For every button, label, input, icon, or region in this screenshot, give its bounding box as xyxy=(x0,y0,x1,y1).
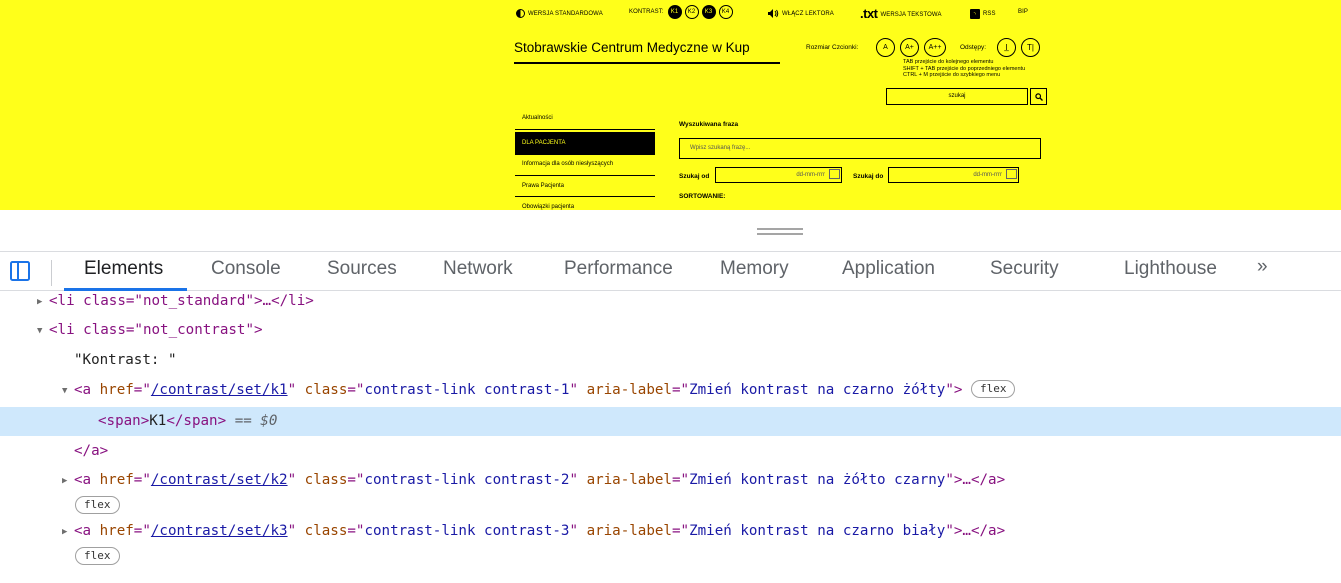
spacing-label: Odstępy: xyxy=(960,44,987,51)
href-link[interactable]: /contrast/set/k2 xyxy=(151,472,288,488)
phrase-label: Wyszukiwana fraza xyxy=(679,121,739,128)
font-largest-button[interactable]: A++ xyxy=(924,38,946,57)
menu-item-news[interactable]: Aktualności xyxy=(515,112,655,130)
menu-item-deaf-info[interactable]: Informacja dla osób niesłyszących xyxy=(515,158,655,176)
menu-item-patient-duties[interactable]: Obowiązki pacjenta xyxy=(515,201,655,210)
flex-badge[interactable]: flex xyxy=(75,547,120,565)
title-underline xyxy=(514,62,780,64)
tab-lighthouse[interactable]: Lighthouse xyxy=(1124,258,1217,280)
text-version-link[interactable]: .txt WERSJA TEKSTOWA xyxy=(860,6,942,21)
date-to-label: Szukaj do xyxy=(853,173,884,180)
standard-version-link[interactable]: WERSJA STANDARDOWA xyxy=(516,9,603,18)
elements-tree: ▶ <li class="not_standard">…</li> ▼ <li cl… xyxy=(0,291,1341,583)
tab-memory[interactable]: Memory xyxy=(720,258,789,280)
search-icon xyxy=(1034,92,1043,101)
contrast-k3-button[interactable]: K3 xyxy=(701,5,716,19)
tree-text-node[interactable]: "Kontrast: " xyxy=(0,346,1341,375)
tab-application[interactable]: Application xyxy=(842,258,935,280)
tab-console[interactable]: Console xyxy=(211,258,281,280)
calendar-icon[interactable] xyxy=(1006,169,1017,179)
flex-badge[interactable]: flex xyxy=(75,496,120,514)
href-link[interactable]: /contrast/set/k3 xyxy=(151,523,288,539)
phrase-input[interactable]: Wpisz szukaną frazę... xyxy=(679,138,1041,159)
tree-node-a-k2[interactable]: ▶ <a href="/contrast/set/k2" class="contr… xyxy=(0,466,1341,495)
date-from-label: Szukaj od xyxy=(679,173,710,180)
bip-link[interactable]: BIP xyxy=(1018,9,1028,15)
tree-node-a-close[interactable]: </a> xyxy=(0,437,1341,466)
date-from-input[interactable]: dd-mm-rrrr xyxy=(715,167,842,183)
speaker-icon xyxy=(768,9,779,18)
tab-security[interactable]: Security xyxy=(990,258,1059,280)
rss-icon: ◝ xyxy=(970,9,980,19)
tree-node-a-k3[interactable]: ▶ <a href="/contrast/set/k3" class="contr… xyxy=(0,517,1341,546)
contrast-k1-button[interactable]: K1 xyxy=(667,5,682,19)
tree-node-span-selected[interactable]: <span>K1</span> == $0 xyxy=(0,407,1341,436)
collapse-triangle-icon[interactable]: ▼ xyxy=(37,317,49,346)
dock-side-icon[interactable] xyxy=(9,260,31,282)
contrast-half-icon xyxy=(516,9,525,18)
spacing-normal-button[interactable]: I̲ xyxy=(997,38,1016,57)
txt-icon: .txt xyxy=(860,6,878,21)
tab-network[interactable]: Network xyxy=(443,258,513,280)
site-title[interactable]: Stobrawskie Centrum Medyczne w Kup xyxy=(514,40,750,55)
tree-node-li-standard[interactable]: ▶ <li class="not_standard">…</li> xyxy=(0,291,1341,316)
tab-elements[interactable]: Elements xyxy=(84,258,163,280)
reader-link[interactable]: WŁĄCZ LEKTORA xyxy=(768,9,834,18)
font-size-label: Rozmiar Czcionki: xyxy=(806,44,859,51)
font-larger-button[interactable]: A+ xyxy=(900,38,919,57)
spacing-wide-icon: T| xyxy=(1027,43,1034,52)
rss-link[interactable]: ◝ RSS xyxy=(970,9,996,19)
calendar-icon[interactable] xyxy=(829,169,840,179)
site-search-button[interactable] xyxy=(1030,88,1047,105)
spacing-icon: I̲ xyxy=(1005,43,1008,52)
flex-badge[interactable]: flex xyxy=(970,380,1016,398)
tree-node-li-contrast[interactable]: ▼ <li class="not_contrast"> xyxy=(0,316,1341,345)
expand-triangle-icon[interactable]: ▶ xyxy=(37,291,49,317)
tree-node-a-k1[interactable]: ▼ <a href="/contrast/set/k1" class="contr… xyxy=(0,376,1341,405)
devtools-resize-handle[interactable] xyxy=(0,210,1341,252)
selected-node-marker: == $0 xyxy=(234,413,278,429)
sort-label: SORTOWANIE: xyxy=(679,193,726,200)
font-normal-button[interactable]: A xyxy=(876,38,895,57)
tab-performance[interactable]: Performance xyxy=(564,258,673,280)
contrast-k4-button[interactable]: K4 xyxy=(718,5,733,19)
menu-item-for-patient[interactable]: DLA PACJENTA xyxy=(515,132,655,155)
site-search-input[interactable]: szukaj xyxy=(886,88,1028,105)
spacing-wide-button[interactable]: T| xyxy=(1021,38,1040,57)
devtools-tabbar: Elements Console Sources Network Perform… xyxy=(0,252,1341,291)
tab-sources[interactable]: Sources xyxy=(327,258,397,280)
menu-item-patient-rights[interactable]: Prawa Pacjenta xyxy=(515,180,655,197)
more-tabs-button[interactable]: » xyxy=(1257,256,1268,278)
keyboard-help: TAB przejście do kolejnego elementu SHIF… xyxy=(903,59,1026,78)
page-preview: WERSJA STANDARDOWA KONTRAST: K1 K2 K3 K4… xyxy=(0,0,1341,210)
contrast-switcher: KONTRAST: K1 K2 K3 K4 xyxy=(629,5,733,19)
date-to-input[interactable]: dd-mm-rrrr xyxy=(888,167,1019,183)
collapse-triangle-icon[interactable]: ▼ xyxy=(62,377,74,406)
href-link[interactable]: /contrast/set/k1 xyxy=(151,382,288,398)
contrast-k2-button[interactable]: K2 xyxy=(684,5,699,19)
